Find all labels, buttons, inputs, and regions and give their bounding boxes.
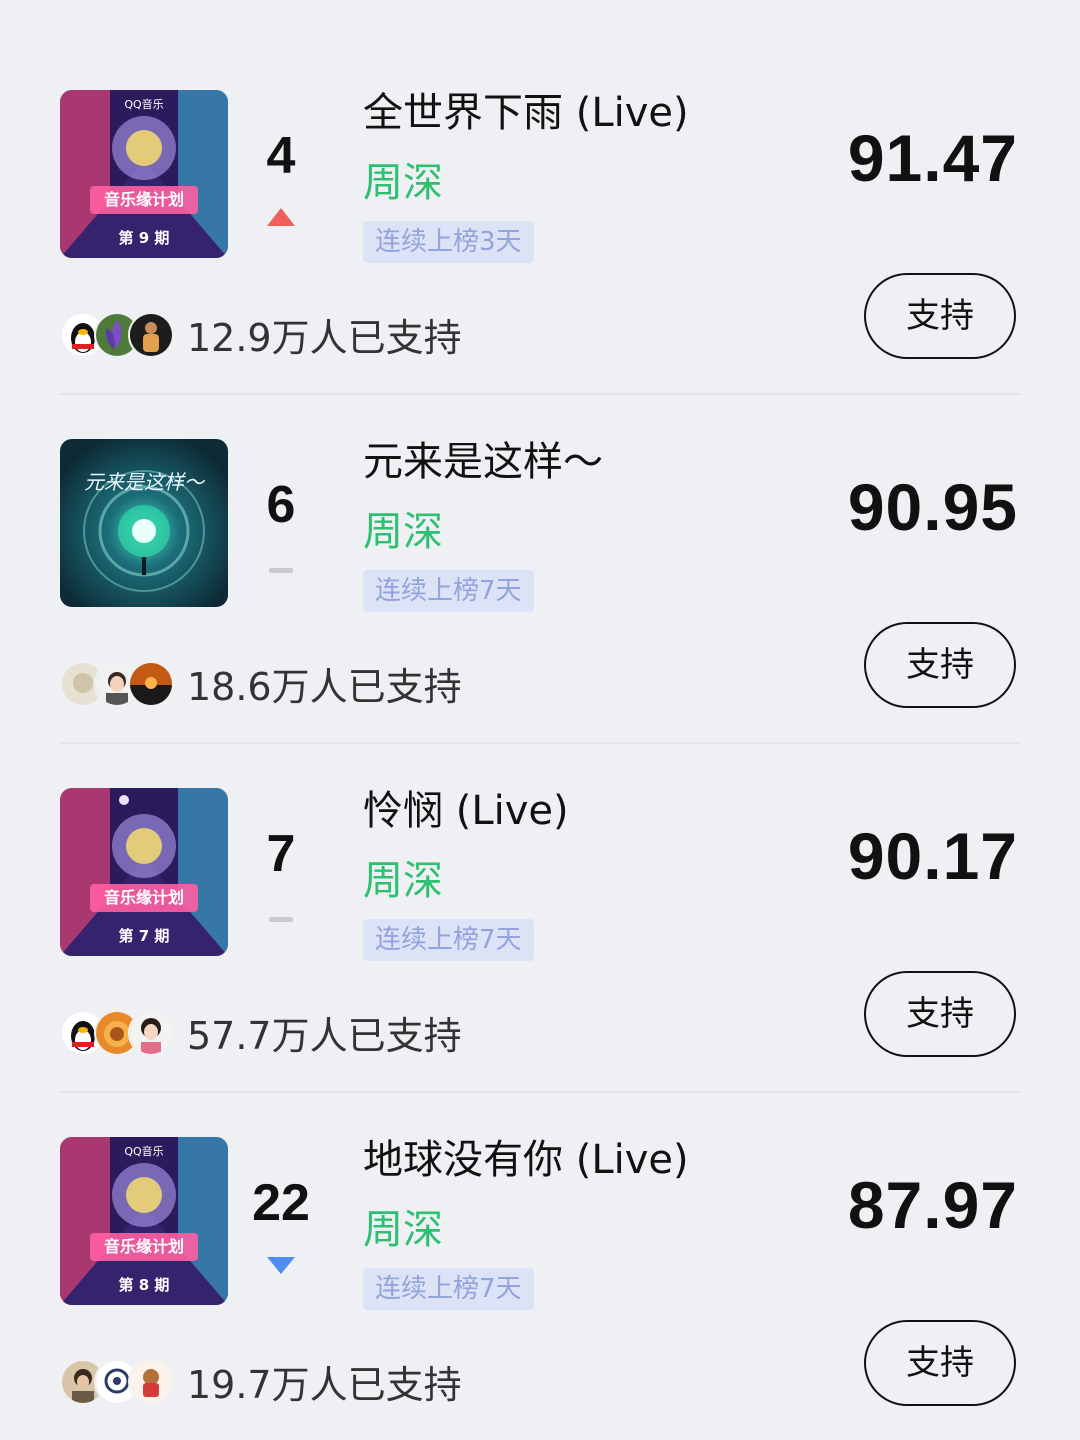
chart-entry[interactable]: 元来是这样～ 6 元来是这样～ 周深 连续上榜7天 90.95 18.6万人已支… <box>0 349 1080 744</box>
score-value: 91.47 <box>847 121 1018 195</box>
chart-entry[interactable]: 音乐缘计划 第 8 期 QQ音乐 22 地球没有你 (Live) 周深 连续上榜… <box>0 1047 1080 1407</box>
supporter-count: 19.7万人已支持 <box>187 1363 462 1407</box>
streak-badge: 连续上榜7天 <box>363 1268 534 1310</box>
cover-title-text: 音乐缘计划 <box>104 888 184 907</box>
artist-name[interactable]: 周深 <box>363 156 443 210</box>
cover-brand-text: QQ音乐 <box>124 1144 163 1158</box>
triangle-down-icon <box>266 1253 296 1275</box>
support-button[interactable]: 支持 <box>864 971 1016 1057</box>
song-title[interactable]: 元来是这样～ <box>363 435 603 489</box>
artist-name[interactable]: 周深 <box>363 854 443 908</box>
cover-title-text: 音乐缘计划 <box>104 1237 184 1256</box>
support-button[interactable]: 支持 <box>864 622 1016 708</box>
song-title[interactable]: 地球没有你 (Live) <box>363 1133 689 1187</box>
artist-name[interactable]: 周深 <box>363 1203 443 1257</box>
album-cover[interactable]: 音乐缘计划 第 9 期 QQ音乐 <box>60 90 228 258</box>
rank-number: 22 <box>252 1174 310 1232</box>
score-value: 90.95 <box>847 470 1018 544</box>
chart-entry[interactable]: 音乐缘计划 第 7 期 7 怜悯 (Live) 周深 连续上榜7天 90.17 … <box>0 698 1080 1093</box>
support-button[interactable]: 支持 <box>864 1320 1016 1406</box>
rank-number: 7 <box>266 825 296 883</box>
triangle-up-icon <box>266 206 296 228</box>
cover-title-text: 元来是这样～ <box>84 470 206 494</box>
streak-badge: 连续上榜7天 <box>363 919 534 961</box>
supporter-avatars <box>60 1359 176 1405</box>
rank-number: 6 <box>266 476 296 534</box>
artist-name[interactable]: 周深 <box>363 505 443 559</box>
chart-list: 音乐缘计划 第 9 期 QQ音乐 4 全世界下雨 (Live) 周深 连续上榜3… <box>0 0 1080 1440</box>
streak-badge: 连续上榜7天 <box>363 570 534 612</box>
song-title[interactable]: 怜悯 (Live) <box>363 784 569 838</box>
cover-episode-text: 第 8 期 <box>119 1276 170 1294</box>
album-cover[interactable]: 元来是这样～ <box>60 439 228 607</box>
song-title[interactable]: 全世界下雨 (Live) <box>363 86 689 140</box>
avatar <box>128 1359 174 1405</box>
chart-entry[interactable]: 音乐缘计划 第 9 期 QQ音乐 4 全世界下雨 (Live) 周深 连续上榜3… <box>0 0 1080 395</box>
dash-icon <box>266 555 296 577</box>
album-cover[interactable]: 音乐缘计划 第 7 期 <box>60 788 228 956</box>
streak-badge: 连续上榜3天 <box>363 221 534 263</box>
cover-episode-text: 第 7 期 <box>119 927 170 945</box>
support-button[interactable]: 支持 <box>864 273 1016 359</box>
dash-icon <box>266 904 296 926</box>
cover-brand-text: QQ音乐 <box>124 97 163 111</box>
cover-title-text: 音乐缘计划 <box>104 190 184 209</box>
album-cover[interactable]: 音乐缘计划 第 8 期 QQ音乐 <box>60 1137 228 1305</box>
rank-number: 4 <box>266 127 296 185</box>
cover-episode-text: 第 9 期 <box>119 229 170 247</box>
score-value: 87.97 <box>847 1168 1018 1242</box>
score-value: 90.17 <box>847 819 1018 893</box>
